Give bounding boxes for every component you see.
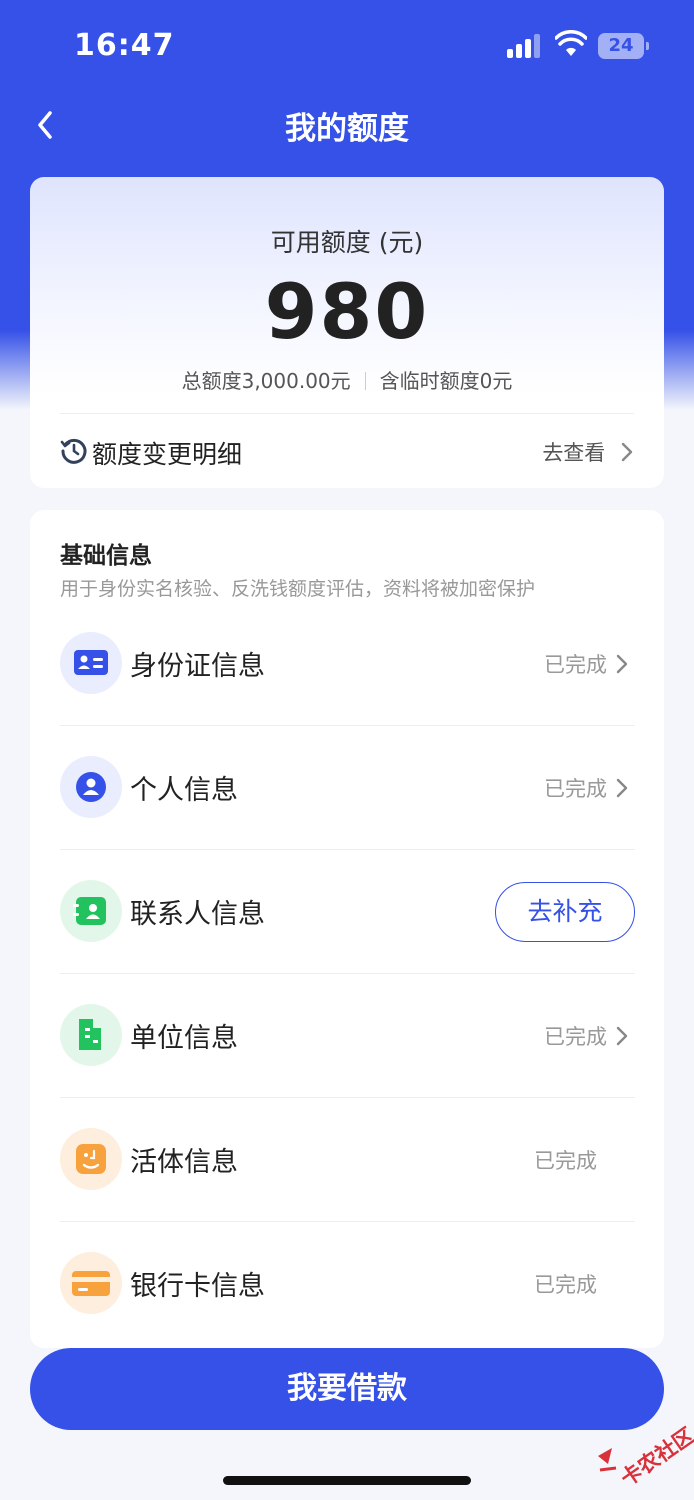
- bank-card-icon: [60, 1252, 122, 1314]
- summary-divider: [364, 372, 366, 390]
- battery-icon: 24: [598, 33, 649, 59]
- info-row-status: 已完成: [534, 1149, 597, 1173]
- info-row-label: 联系人信息: [130, 899, 265, 930]
- chevron-right-icon: [616, 778, 628, 798]
- status-text: 已完成: [544, 777, 607, 801]
- available-quota-value: 980: [264, 267, 430, 356]
- info-row-liveness: 活体信息 已完成: [60, 1098, 635, 1222]
- info-row-personal[interactable]: 个人信息 已完成: [60, 726, 635, 850]
- status-time: 16:47: [74, 28, 175, 63]
- divider: [60, 413, 634, 414]
- info-row-label: 活体信息: [130, 1147, 238, 1178]
- chevron-right-icon: [616, 654, 628, 674]
- page-title: 我的额度: [285, 111, 409, 147]
- basic-info-card: 基础信息 用于身份实名核验、反洗钱额度评估，资料将被加密保护 身份证信息 已完成…: [30, 510, 664, 1348]
- building-icon: [60, 1004, 122, 1066]
- basic-info-subtitle: 用于身份实名核验、反洗钱额度评估，资料将被加密保护: [60, 578, 536, 600]
- quota-history-row[interactable]: 额度变更明细 去查看: [60, 429, 634, 475]
- quota-card: 可用额度 (元) 980 总额度3,000.00元 含临时额度0元 额度变更明细 …: [30, 177, 664, 488]
- info-row-label: 个人信息: [130, 775, 238, 806]
- info-row-status: 已完成: [534, 1273, 597, 1297]
- chevron-right-icon: [621, 442, 633, 462]
- chevron-right-icon: [616, 1026, 628, 1046]
- status-text: 已完成: [544, 1025, 607, 1049]
- quota-summary: 总额度3,000.00元 含临时额度0元: [30, 365, 664, 394]
- info-row-status: 已完成: [544, 649, 629, 679]
- status-text: 已完成: [544, 653, 607, 677]
- view-link: 去查看: [542, 441, 606, 465]
- info-row-bank-card: 银行卡信息 已完成: [60, 1222, 635, 1346]
- total-quota: 总额度3,000.00元: [181, 369, 351, 393]
- info-row-status: 已完成: [544, 1021, 629, 1051]
- info-row-label: 单位信息: [130, 1023, 238, 1054]
- history-clock-icon: [60, 438, 87, 464]
- info-row-contacts[interactable]: 联系人信息 去补充: [60, 850, 635, 974]
- wifi-icon: [555, 30, 587, 56]
- basic-info-title: 基础信息: [60, 543, 152, 569]
- info-row-status: 已完成: [544, 773, 629, 803]
- id-card-icon: [60, 632, 122, 694]
- contacts-icon: [60, 880, 122, 942]
- borrow-button[interactable]: 我要借款: [30, 1348, 664, 1430]
- nav-bar: 我的额度: [0, 95, 694, 155]
- quota-history-label: 额度变更明细: [92, 440, 243, 469]
- temp-quota: 含临时额度0元: [379, 369, 513, 393]
- available-quota-label: 可用额度 (元): [270, 228, 424, 257]
- info-row-employer[interactable]: 单位信息 已完成: [60, 974, 635, 1098]
- info-row-id-card[interactable]: 身份证信息 已完成: [60, 602, 635, 726]
- info-row-label: 身份证信息: [130, 651, 265, 682]
- info-row-label: 银行卡信息: [130, 1271, 265, 1302]
- face-icon: [60, 1128, 122, 1190]
- cellular-signal-icon: [507, 34, 543, 58]
- home-indicator: [223, 1476, 471, 1485]
- status-bar: 16:47 24: [0, 0, 694, 90]
- complete-info-button[interactable]: 去补充: [495, 882, 635, 942]
- quota-history-action[interactable]: 去查看: [542, 437, 634, 467]
- person-icon: [60, 756, 122, 818]
